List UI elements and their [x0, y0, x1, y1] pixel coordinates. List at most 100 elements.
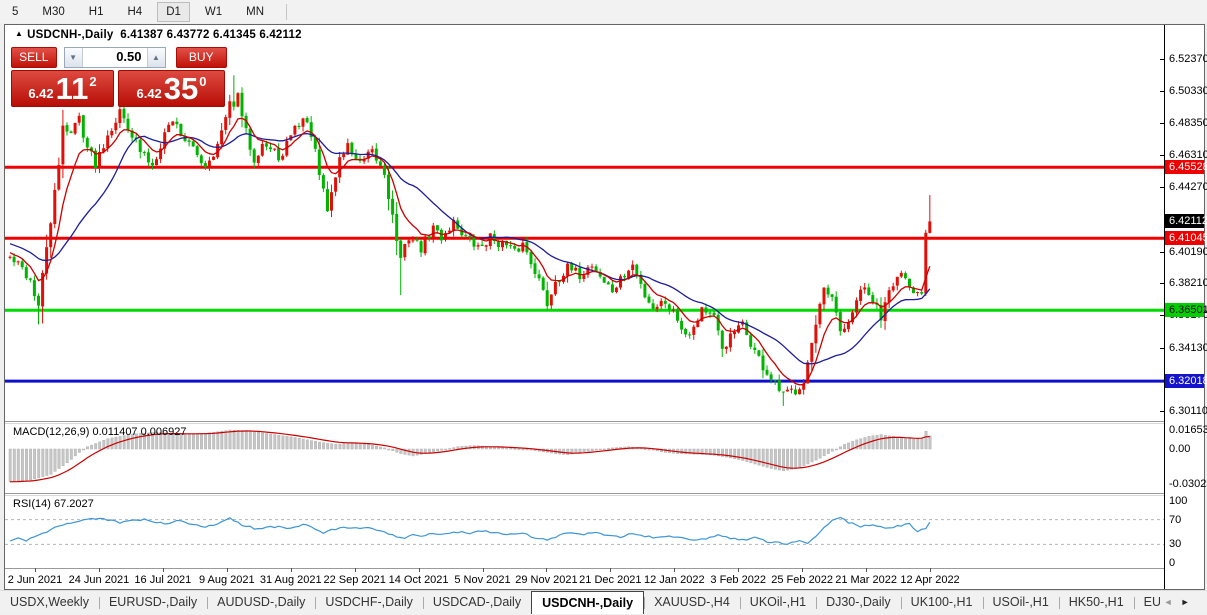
- date-label: 16 Jul 2021: [134, 574, 191, 586]
- price-tick-label: 6.40190: [1169, 246, 1207, 258]
- date-tick-mark: [35, 568, 36, 572]
- price-level-label: 6.42112: [1165, 214, 1204, 228]
- chart-tab-usdchf-daily[interactable]: USDCHF-,Daily: [315, 591, 423, 614]
- toolbar-separator: [286, 4, 287, 20]
- timeframe-button-m30[interactable]: M30: [33, 2, 73, 22]
- sell-button[interactable]: SELL: [11, 47, 57, 68]
- date-tick-mark: [227, 568, 228, 572]
- price-tick-mark: [1160, 123, 1165, 124]
- date-label: 12 Apr 2022: [900, 574, 959, 586]
- date-label: 24 Jun 2021: [69, 574, 130, 586]
- rsi-axis-label: 0: [1169, 557, 1175, 569]
- price-level-label: 6.41045: [1165, 231, 1204, 245]
- date-tick-mark: [355, 568, 356, 572]
- chart-tab-overflow[interactable]: EU: [1134, 591, 1160, 614]
- timeframe-toolbar: 5 M30 H1H4 D1 W1 MN: [0, 0, 1207, 23]
- date-label: 21 Mar 2022: [835, 574, 897, 586]
- tab-scroll-right-icon[interactable]: ►: [1177, 591, 1194, 614]
- date-tick-mark: [610, 568, 611, 572]
- price-tick-label: 6.30110: [1169, 405, 1207, 417]
- date-tick-mark: [419, 568, 420, 572]
- date-axis[interactable]: 2 Jun 2021 24 Jun 2021 16 Jul 2021 9 Aug 20…: [5, 568, 1164, 589]
- chart-tab-bar: USDX,WeeklyEURUSD-,DailyAUDUSD-,DailyUSD…: [0, 590, 1207, 614]
- chart-tab-ukoil-h1[interactable]: UKOil-,H1: [740, 591, 816, 614]
- date-tick-mark: [546, 568, 547, 572]
- chart-tab-audusd-daily[interactable]: AUDUSD-,Daily: [207, 591, 315, 614]
- timeframe-button-w1[interactable]: W1: [196, 2, 231, 22]
- price-tick-mark: [1160, 348, 1165, 349]
- chart-tab-usdx-weekly[interactable]: USDX,Weekly: [0, 591, 99, 614]
- timeframe-button-h4[interactable]: H4: [118, 2, 151, 22]
- price-level-label: 6.45528: [1165, 160, 1204, 174]
- buy-price-pip: 0: [199, 74, 206, 89]
- sell-price-main: 11: [56, 74, 89, 104]
- chart-tab-eurusd-daily[interactable]: EURUSD-,Daily: [99, 591, 207, 614]
- sell-price-box[interactable]: 6.42 11 2: [11, 70, 114, 107]
- macd-axis-label: 0.00: [1169, 443, 1190, 455]
- date-tick-mark: [866, 568, 867, 572]
- date-tick-mark: [163, 568, 164, 572]
- date-tick-mark: [930, 568, 931, 572]
- price-tick-mark: [1160, 283, 1165, 284]
- timeframe-buttons: 5 M30 H1H4 D1 W1 MN: [0, 2, 276, 22]
- price-tick-mark: [1160, 155, 1165, 156]
- buy-price-box[interactable]: 6.42 35 0: [118, 70, 225, 107]
- price-tick-label: 6.34130: [1169, 342, 1207, 354]
- rsi-axis-label: 100: [1169, 495, 1187, 507]
- one-click-trade-panel: SELL ▼ 0.50 ▲ BUY 6.42 11 2 6.42 35 0: [11, 47, 227, 107]
- price-tick-label: 6.38210: [1169, 277, 1207, 289]
- spread-spinner: ▼ 0.50 ▲: [64, 47, 166, 68]
- chart-tab-uk100-h1[interactable]: UK100-,H1: [901, 591, 983, 614]
- buy-price-prefix: 6.42: [136, 86, 161, 101]
- spread-decrease-icon[interactable]: ▼: [65, 48, 83, 67]
- date-label: 25 Feb 2022: [771, 574, 833, 586]
- date-label: 2 Jun 2021: [8, 574, 62, 586]
- rsi-label: RSI(14) 67.2027: [13, 498, 94, 510]
- buy-price-main: 35: [164, 74, 198, 104]
- sell-price-pip: 2: [89, 74, 96, 89]
- price-tick-label: 6.46310: [1169, 149, 1207, 161]
- date-label: 22 Sep 2021: [323, 574, 385, 586]
- rsi-axis-label: 70: [1169, 514, 1181, 526]
- price-axis[interactable]: 6.523706.503306.483506.463106.442706.401…: [1164, 25, 1204, 589]
- chart-window: ▲USDCNH-,Daily 6.41387 6.43772 6.41345 6…: [4, 24, 1205, 590]
- macd-axis-label: -0.03023: [1169, 478, 1207, 490]
- price-tick-mark: [1160, 411, 1165, 412]
- date-label: 3 Feb 2022: [710, 574, 766, 586]
- date-label: 12 Jan 2022: [644, 574, 705, 586]
- price-tick-mark: [1160, 187, 1165, 188]
- timeframe-button-5[interactable]: 5: [3, 2, 27, 22]
- macd-axis-label: 0.01653: [1169, 424, 1207, 436]
- rsi-axis-label: 30: [1169, 538, 1181, 550]
- timeframe-button-mn[interactable]: MN: [237, 2, 273, 22]
- spread-value-input[interactable]: 0.50: [83, 48, 147, 67]
- date-tick-mark: [483, 568, 484, 572]
- candles-layer: [9, 75, 932, 406]
- date-label: 29 Nov 2021: [515, 574, 577, 586]
- date-tick-mark: [802, 568, 803, 572]
- date-tick-mark: [674, 568, 675, 572]
- date-tick-mark: [738, 568, 739, 572]
- timeframe-button-h1[interactable]: H1: [80, 2, 113, 22]
- chart-tab-usdcnh-daily[interactable]: USDCNH-,Daily: [531, 591, 644, 614]
- chart-tab-xauusd-h4[interactable]: XAUUSD-,H4: [644, 591, 740, 614]
- timeframe-button-d1[interactable]: D1: [157, 2, 190, 22]
- date-label: 9 Aug 2021: [199, 574, 255, 586]
- spread-increase-icon[interactable]: ▲: [147, 48, 165, 67]
- price-level-label: 6.32018: [1165, 374, 1204, 388]
- chart-tab-usoil-h1[interactable]: USOil-,H1: [983, 591, 1059, 614]
- rsi-line: [10, 518, 930, 545]
- price-tick-mark: [1160, 252, 1165, 253]
- buy-button[interactable]: BUY: [176, 47, 227, 68]
- date-label: 31 Aug 2021: [260, 574, 322, 586]
- rsi-pane-chart[interactable]: [5, 496, 1164, 568]
- price-level-label: 6.36501: [1165, 303, 1204, 317]
- chart-tab-usdcad-daily[interactable]: USDCAD-,Daily: [423, 591, 531, 614]
- price-tick-label: 6.52370: [1169, 53, 1207, 65]
- chart-tab-hk50-h1[interactable]: HK50-,H1: [1059, 591, 1134, 614]
- date-label: 14 Oct 2021: [389, 574, 449, 586]
- price-tick-mark: [1160, 91, 1165, 92]
- chart-tab-dj30-daily[interactable]: DJ30-,Daily: [816, 591, 901, 614]
- tab-scroll-left-icon[interactable]: ◄: [1160, 591, 1177, 614]
- date-label: 21 Dec 2021: [579, 574, 641, 586]
